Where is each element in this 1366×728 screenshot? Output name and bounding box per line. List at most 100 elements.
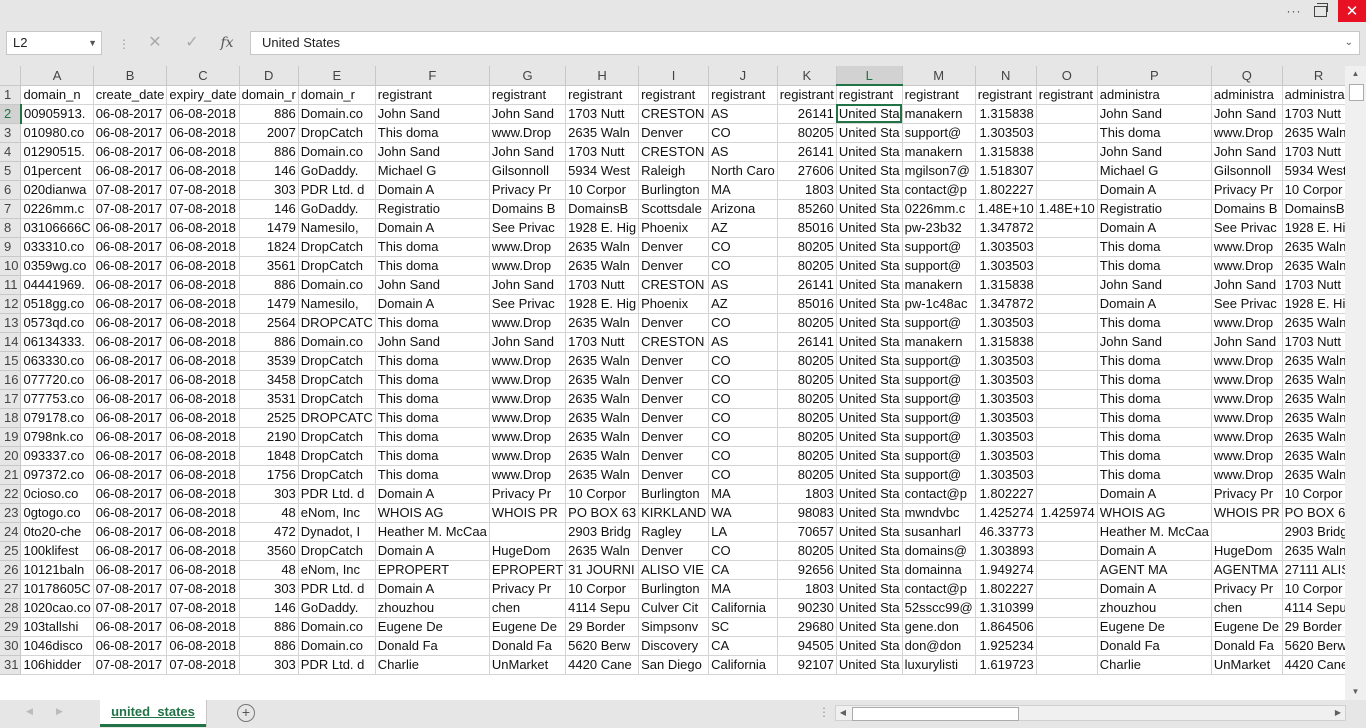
cell[interactable]: support@	[902, 389, 976, 409]
cell[interactable]: United Sta	[836, 655, 903, 675]
cell[interactable]: 06-08-2018	[166, 636, 240, 656]
cell[interactable]: registrant	[638, 85, 710, 105]
cell[interactable]: 07-08-2018	[166, 598, 240, 618]
cell[interactable]: www.Drop	[1211, 370, 1283, 390]
cell[interactable]: PO BOX 63	[565, 503, 640, 523]
cell[interactable]: Donald Fa	[489, 636, 567, 656]
column-header[interactable]: B	[93, 66, 168, 86]
cell[interactable]: 07-08-2017	[93, 655, 168, 675]
cell[interactable]	[1036, 237, 1098, 257]
cell[interactable]: 1.303893	[975, 541, 1037, 561]
cell[interactable]: Dynadot, I	[298, 522, 376, 542]
cell[interactable]: Privacy Pr	[489, 180, 567, 200]
cell[interactable]: 1.925234	[975, 636, 1037, 656]
cell[interactable]: CRESTON	[638, 104, 710, 124]
cell[interactable]: 46.33773	[975, 522, 1037, 542]
cell[interactable]: DropCatch	[298, 541, 376, 561]
cell[interactable]: 886	[239, 275, 299, 295]
cell[interactable]: support@	[902, 446, 976, 466]
cell[interactable]: 06-08-2017	[93, 370, 168, 390]
cell[interactable]: 80205	[777, 389, 837, 409]
cell[interactable]: 10 Corpor	[565, 579, 640, 599]
cell[interactable]: support@	[902, 465, 976, 485]
cell[interactable]: 10 Corpor	[565, 484, 640, 504]
cell[interactable]: LA	[708, 522, 778, 542]
cell[interactable]: John Sand	[489, 142, 567, 162]
name-box[interactable]: L2 ▼	[6, 31, 102, 55]
cell[interactable]: WHOIS PR	[489, 503, 567, 523]
cell[interactable]: 1.303503	[975, 446, 1037, 466]
cell[interactable]: contact@p	[902, 579, 976, 599]
cell[interactable]: Phoenix	[638, 218, 710, 238]
cell[interactable]: create_date	[93, 85, 168, 105]
cell[interactable]: 06-08-2018	[166, 617, 240, 637]
cell[interactable]: 26141	[777, 142, 837, 162]
cell[interactable]: 146	[239, 161, 299, 181]
cell[interactable]: 80205	[777, 408, 837, 428]
cell[interactable]: 033310.co	[20, 237, 94, 257]
cell[interactable]: 020dianwa	[20, 180, 94, 200]
cell[interactable]: 3458	[239, 370, 299, 390]
cell[interactable]: 80205	[777, 541, 837, 561]
cell[interactable]: 1.303503	[975, 370, 1037, 390]
cell[interactable]	[1036, 104, 1098, 124]
row-header[interactable]: 20	[0, 446, 22, 466]
cell[interactable]: 1.425974	[1036, 503, 1098, 523]
cell[interactable]: registrant	[975, 85, 1037, 105]
cell[interactable]: 10 Corpor	[1282, 579, 1345, 599]
cell[interactable]: 10 Corpor	[1282, 180, 1345, 200]
cell[interactable]: This doma	[375, 351, 490, 371]
cell[interactable]: 26141	[777, 275, 837, 295]
cell[interactable]: PDR Ltd. d	[298, 655, 376, 675]
cell[interactable]: 06-08-2017	[93, 408, 168, 428]
cancel-icon[interactable]: ✕	[143, 32, 167, 54]
cell[interactable]: GoDaddy.	[298, 199, 376, 219]
cell[interactable]: www.Drop	[489, 446, 567, 466]
cell[interactable]: United Sta	[836, 408, 903, 428]
cell[interactable]: 2635 Waln	[1282, 541, 1345, 561]
row-header[interactable]: 5	[0, 161, 22, 181]
cell[interactable]: 06-08-2018	[166, 503, 240, 523]
cell[interactable]: registrant	[565, 85, 640, 105]
cell[interactable]: PO BOX 63	[1282, 503, 1345, 523]
cell[interactable]: 06-08-2017	[93, 313, 168, 333]
cell[interactable]: WHOIS AG	[375, 503, 490, 523]
cell[interactable]: ALISO VIE	[638, 560, 710, 580]
horizontal-scrollbar[interactable]: ◀ ▶	[835, 705, 1346, 721]
cell[interactable]: 3561	[239, 256, 299, 276]
cell[interactable]: DropCatch	[298, 446, 376, 466]
cell[interactable]: Ragley	[638, 522, 710, 542]
cell[interactable]: 07-08-2018	[166, 579, 240, 599]
cell[interactable]: 85016	[777, 294, 837, 314]
cell[interactable]: 06-08-2018	[166, 313, 240, 333]
cell[interactable]: UnMarket	[489, 655, 567, 675]
active-cell[interactable]: United Sta	[836, 104, 903, 124]
cell[interactable]: This doma	[375, 370, 490, 390]
cell[interactable]: This doma	[1097, 256, 1212, 276]
row-header[interactable]: 10	[0, 256, 22, 276]
cell[interactable]: 0518gg.co	[20, 294, 94, 314]
cell[interactable]: 80205	[777, 313, 837, 333]
cell[interactable]: Privacy Pr	[1211, 484, 1283, 504]
cell[interactable]: 85260	[777, 199, 837, 219]
cell[interactable]: John Sand	[1097, 332, 1212, 352]
cell[interactable]: Discovery	[638, 636, 710, 656]
cell[interactable]: DROPCATC	[298, 313, 376, 333]
cell[interactable]: 07-08-2017	[93, 199, 168, 219]
cell[interactable]: www.Drop	[489, 123, 567, 143]
cell[interactable]: 1.303503	[975, 123, 1037, 143]
cell[interactable]: United Sta	[836, 256, 903, 276]
cell[interactable]: Registratio	[375, 199, 490, 219]
cell[interactable]	[1036, 655, 1098, 675]
row-header[interactable]: 18	[0, 408, 22, 428]
cell[interactable]: Domain A	[375, 180, 490, 200]
cell[interactable]: This doma	[375, 256, 490, 276]
column-header[interactable]: N	[975, 66, 1037, 86]
cell[interactable]: Burlington	[638, 579, 710, 599]
cell[interactable]: 2635 Waln	[1282, 465, 1345, 485]
column-header[interactable]: H	[565, 66, 640, 86]
cell[interactable]: 5934 West	[565, 161, 640, 181]
cell[interactable]: 48	[239, 560, 299, 580]
cell[interactable]: Denver	[638, 123, 710, 143]
column-header[interactable]: J	[708, 66, 778, 86]
